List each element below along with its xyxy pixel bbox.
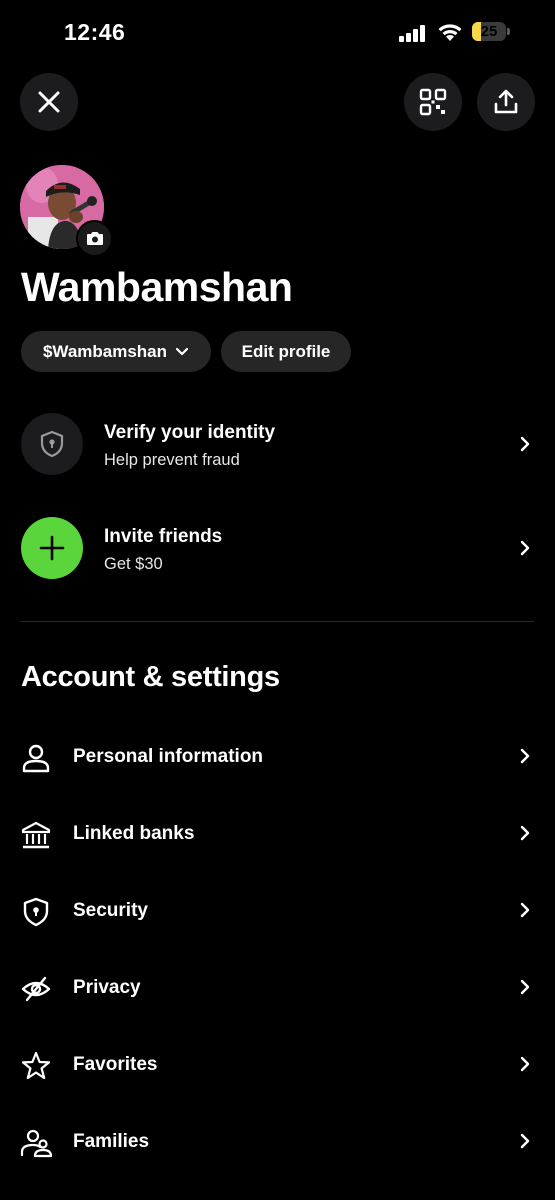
camera-icon [86,232,103,245]
change-photo-button[interactable] [76,220,113,257]
chevron-down-icon [175,347,189,356]
chevron-right-icon [520,979,530,995]
eye-off-icon [21,976,51,1002]
profile-name: Wambamshan [21,264,293,310]
invite-icon-circle [21,517,83,579]
wifi-icon [438,24,462,41]
promo-subtitle: Get $30 [104,555,163,573]
settings-item-privacy[interactable]: Privacy [0,959,555,1019]
status-bar: 12:46 25 [0,0,555,66]
close-button[interactable] [20,73,78,131]
chevron-right-icon [520,902,530,918]
star-icon [21,1051,51,1080]
settings-item-personal-information[interactable]: Personal information [0,728,555,788]
cashtag-label: $Wambamshan [42,341,168,361]
shield-icon [40,430,64,458]
cashtag-dropdown[interactable]: $Wambamshan [21,331,211,372]
promo-title: Verify your identity [104,422,276,443]
settings-item-label: Linked banks [73,823,195,844]
promo-title: Invite friends [104,526,223,547]
settings-item-label: Favorites [73,1054,158,1075]
plus-icon [39,535,65,561]
bank-icon [21,821,51,849]
chevron-right-icon [520,825,530,841]
settings-item-families[interactable]: Families [0,1113,555,1173]
settings-item-label: Personal information [73,746,264,767]
cellular-signal-icon [399,25,425,42]
qr-code-icon [419,88,447,116]
chevron-right-icon [520,1133,530,1149]
share-button[interactable] [477,73,535,131]
invite-friends-row[interactable]: Invite friends Get $30 [0,508,555,588]
settings-item-linked-banks[interactable]: Linked banks [0,805,555,865]
chevron-right-icon [520,540,530,556]
battery-cap [507,28,510,35]
qr-scan-button[interactable] [404,73,462,131]
close-icon [38,91,60,113]
section-divider [21,621,534,622]
battery-indicator: 25 [472,22,506,41]
chevron-right-icon [520,1056,530,1072]
share-icon [494,89,518,114]
family-icon [20,1129,52,1158]
shield-lock-icon [23,897,49,927]
settings-item-label: Security [73,900,148,921]
settings-item-favorites[interactable]: Favorites [0,1036,555,1096]
settings-item-label: Families [73,1131,150,1152]
promo-subtitle: Help prevent fraud [104,451,240,469]
verify-identity-row[interactable]: Verify your identity Help prevent fraud [0,404,555,484]
chevron-right-icon [520,748,530,764]
battery-percent: 25 [480,23,498,40]
edit-profile-label: Edit profile [241,341,331,361]
settings-item-security[interactable]: Security [0,882,555,942]
settings-item-label: Privacy [73,977,141,998]
section-title: Account & settings [21,661,280,693]
chevron-right-icon [520,436,530,452]
edit-profile-button[interactable]: Edit profile [221,331,351,372]
person-icon [22,744,50,773]
verify-icon-circle [21,413,83,475]
status-time: 12:46 [64,19,126,45]
